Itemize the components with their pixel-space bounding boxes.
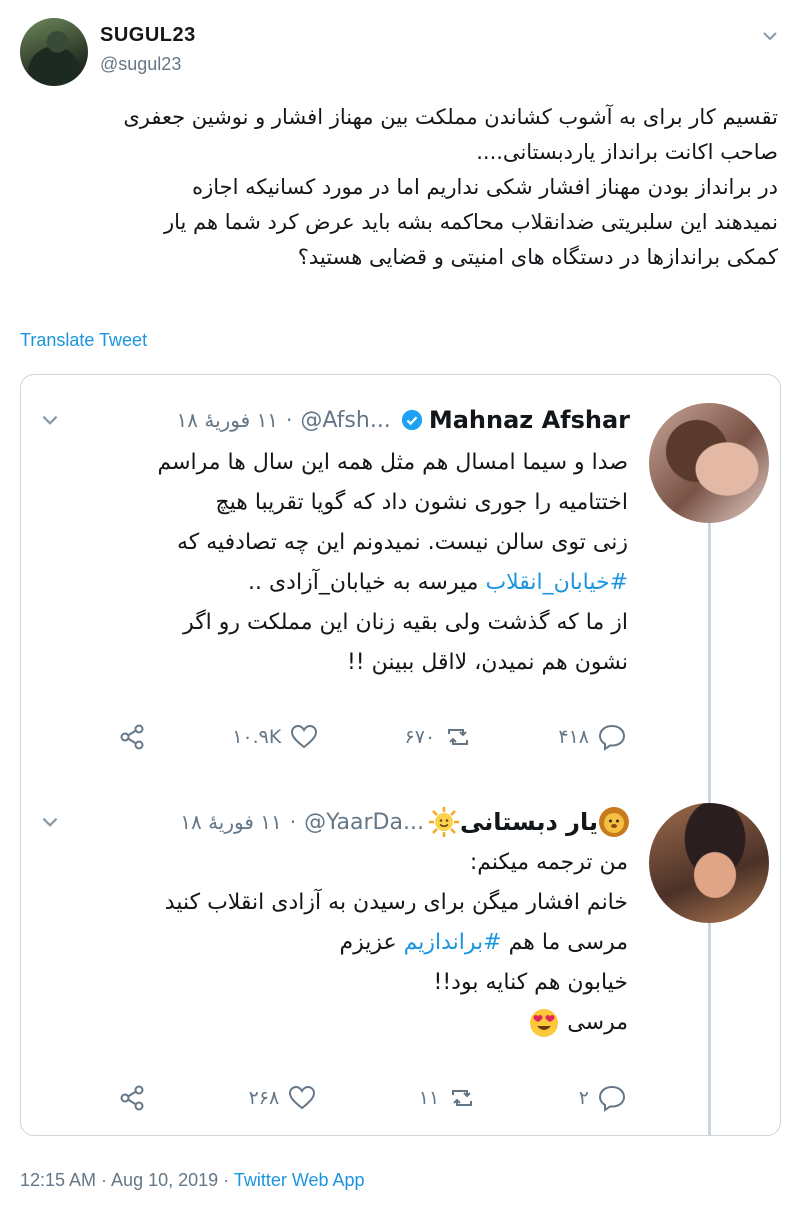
quoted-date[interactable]: ۱۱ فوریهٔ ۱۸ [180,810,282,834]
verified-badge-icon [401,409,422,431]
quoted-date[interactable]: ۱۱ فوریهٔ ۱۸ [177,408,279,432]
retweet-button[interactable]: ۱۱ [419,1083,477,1113]
like-count: ۱۰.۹K [232,726,282,748]
hashtag-link[interactable]: #خیابان_انقلاب [485,570,628,595]
like-button[interactable]: ۱۰.۹K [232,722,319,752]
quoted-line: زنی توی سالن نیست. نمیدونم این چه تصادفی… [176,530,628,555]
heart-icon [289,1085,316,1110]
like-count: ۲۶۸ [248,1087,280,1109]
author-handle[interactable]: @sugul23 [100,54,181,75]
tweet-line: نمیدهند این سلبریتی ضدانقلاب محاکمه بشه … [163,210,778,234]
quoted-line: من ترجمه میکنم: [469,850,628,875]
quoted-actions: ۱۰.۹K ۶۷۰ ۴۱۸ [117,719,627,755]
author-name[interactable]: SUGUL23 [100,24,196,47]
chevron-down-icon[interactable] [760,26,780,46]
share-icon [120,724,144,750]
quoted-header: یار دبستانی @YaarDa... · ۱۱ فوریهٔ ۱۸ [180,807,630,837]
reply-icon [598,1085,626,1112]
lion-face-emoji [599,807,629,837]
quoted-thread-card[interactable]: Mahnaz Afshar @Afsh... · ۱۱ فوریهٔ ۱۸ صد… [20,374,781,1136]
tweet-line: در برانداز بودن مهناز افشار شکی نداریم ا… [192,175,778,199]
quoted-author-handle[interactable]: @Afsh... [300,408,390,433]
quoted-line: خانم افشار میگن برای رسیدن به آزادی انقل… [164,890,628,915]
quoted-line: مرسی ما هم #براندازیم عزیزم [339,930,628,955]
quoted-actions: ۲۶۸ ۱۱ ۲ [117,1080,627,1116]
share-button[interactable] [117,722,147,752]
tweet-timestamp[interactable]: 12:15 AM · Aug 10, 2019 · [20,1170,229,1190]
chevron-down-icon[interactable] [39,409,61,431]
retweet-icon [452,1090,473,1106]
quoted-tweet-text: صدا و سیما امسال هم مثل همه این سال ها م… [43,443,628,683]
retweet-count: ۱۱ [418,1087,440,1109]
tweet-line: کمکی براندازها در دستگاه های امنیتی و قض… [297,245,778,269]
tweet-source-link[interactable]: Twitter Web App [234,1170,365,1190]
quoted-line: خیابون هم کنایه بود!! [433,970,628,995]
tweet-line: صاحب اکانت برانداز یاردبستانی.... [476,140,778,164]
quoted-tweet-text: من ترجمه میکنم: خانم افشار میگن برای رسی… [43,843,628,1043]
tweet-text: تقسیم کار برای به آشوب کشاندن مملکت بین … [20,100,778,275]
quoted-line: مرسی [43,1003,628,1043]
heart-icon [291,724,318,749]
quoted-line: صدا و سیما امسال هم مثل همه این سال ها م… [157,450,628,475]
like-button[interactable]: ۲۶۸ [249,1083,318,1113]
share-icon [120,1085,144,1111]
quoted-avatar-mahnaz[interactable] [649,403,769,523]
retweet-count: ۶۷۰ [404,726,436,748]
translate-tweet-link[interactable]: Translate Tweet [20,330,147,351]
share-button[interactable] [117,1083,147,1113]
quoted-avatar-yaardabestani[interactable] [649,803,769,923]
quoted-line: #خیابان_انقلاب میرسه به خیابان_آزادی .. [247,570,628,595]
author-avatar[interactable] [20,18,88,86]
reply-count: ۲ [578,1087,589,1109]
tweet-footer: 12:15 AM · Aug 10, 2019 · Twitter Web Ap… [20,1170,365,1191]
quoted-line: اختتامیه را جوری نشون داد که گویا تقریبا… [215,490,628,515]
chevron-down-icon[interactable] [39,811,61,833]
hashtag-link[interactable]: #براندازیم [404,930,502,955]
quoted-line: از ما که گذشت ولی بقیه زنان این مملکت رو… [183,610,628,635]
quoted-line: نشون هم نمیدن، لااقل ببینن !! [346,650,628,675]
quoted-header: Mahnaz Afshar @Afsh... · ۱۱ فوریهٔ ۱۸ [176,406,630,434]
smiling-sun-emoji [428,807,459,837]
reply-icon [598,724,625,751]
quoted-author-name[interactable]: یار دبستانی [460,808,598,836]
retweet-button[interactable]: ۶۷۰ [405,722,474,752]
reply-count: ۴۱۸ [558,726,589,748]
reply-button[interactable]: ۴۱۸ [558,722,627,752]
heart-eyes-emoji [530,1009,559,1037]
quoted-author-name[interactable]: Mahnaz Afshar [429,406,630,434]
quoted-author-handle[interactable]: @YaarDa... [304,810,424,835]
retweet-icon [448,729,469,745]
tweet-line: تقسیم کار برای به آشوب کشاندن مملکت بین … [123,105,778,129]
reply-button[interactable]: ۲ [579,1083,627,1113]
